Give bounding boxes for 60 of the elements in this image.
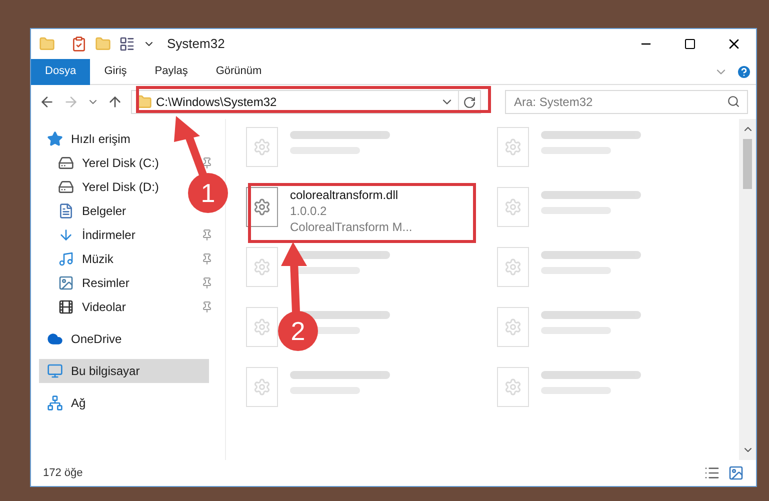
- dll-file-icon: [496, 367, 528, 407]
- sidebar-item[interactable]: Ağ: [39, 391, 209, 415]
- sidebar-item[interactable]: Resimler: [50, 271, 180, 295]
- music-note-icon: [58, 251, 74, 267]
- sidebar-item[interactable]: OneDrive: [39, 327, 209, 351]
- item-count: 172 öğe: [43, 466, 84, 481]
- sidebar-item[interactable]: İndirmeler: [50, 223, 180, 247]
- sidebar-item[interactable]: Yerel Disk (D:): [50, 175, 180, 199]
- sidebar-item[interactable]: Hızlı erişim: [39, 127, 209, 151]
- maximize-icon[interactable]: [684, 38, 696, 50]
- address-path: C:\Windows\System32: [156, 94, 277, 111]
- details-view-icon[interactable]: [704, 465, 720, 481]
- dll-file-icon: [496, 187, 528, 227]
- sidebar-item[interactable]: Videolar: [50, 295, 180, 319]
- help-icon[interactable]: [736, 64, 752, 80]
- step-badge: 1: [188, 173, 228, 213]
- step-badge: 2: [278, 311, 318, 351]
- ribbon-tab[interactable]: Giriş: [90, 58, 141, 84]
- picture-icon: [58, 275, 74, 291]
- drive-icon: [58, 155, 74, 171]
- window-title: System32: [167, 35, 225, 54]
- up-icon[interactable]: [107, 94, 123, 110]
- dll-file-icon: [246, 307, 278, 347]
- dll-file-icon: [496, 247, 528, 287]
- list-icon[interactable]: [119, 36, 135, 52]
- address-bar[interactable]: C:\Windows\System32: [131, 90, 481, 114]
- star-icon: [47, 131, 63, 147]
- ribbon-tab[interactable]: Paylaş: [140, 58, 202, 84]
- sidebar-item[interactable]: Müzik: [50, 247, 180, 271]
- sidebar-item[interactable]: Belgeler: [50, 199, 180, 223]
- file-name: colorealtransform.dll: [290, 187, 400, 203]
- dll-file-icon: [246, 187, 278, 227]
- sidebar-item[interactable]: Yerel Disk (C:): [50, 151, 180, 175]
- file-description: ColorealTransform M...: [290, 219, 412, 235]
- dll-file-icon: [246, 247, 278, 287]
- back-icon[interactable]: [39, 94, 55, 110]
- file-item[interactable]: colorealtransform.dll 1.0.0.2 ColorealTransform M...: [238, 183, 488, 243]
- cloud-icon: [47, 331, 63, 347]
- search-icon: [727, 95, 740, 108]
- search-field[interactable]: Ara: System32: [505, 90, 748, 114]
- dll-file-icon: [246, 367, 278, 407]
- scrollbar-thumb[interactable]: [743, 139, 752, 189]
- sidebar-item[interactable]: Bu bilgisayar: [39, 359, 209, 383]
- monitor-icon: [47, 363, 63, 379]
- document-icon: [58, 203, 74, 219]
- ribbon-tab[interactable]: Görünüm: [202, 58, 276, 84]
- ribbon-tab[interactable]: Dosya: [31, 58, 90, 84]
- drive-icon: [58, 179, 74, 195]
- network-icon: [47, 395, 63, 411]
- arrow: [281, 242, 307, 312]
- scrollbar[interactable]: [739, 119, 756, 460]
- file-version: 1.0.0.2: [290, 203, 328, 219]
- dll-file-icon: [496, 307, 528, 347]
- properties-icon[interactable]: [71, 36, 87, 52]
- dll-file-icon: [246, 127, 278, 167]
- refresh-icon[interactable]: [463, 96, 476, 108]
- dll-file-icon: [496, 127, 528, 167]
- film-icon: [58, 299, 74, 315]
- folder-icon: [39, 36, 55, 52]
- tiles-view-icon[interactable]: [728, 465, 744, 481]
